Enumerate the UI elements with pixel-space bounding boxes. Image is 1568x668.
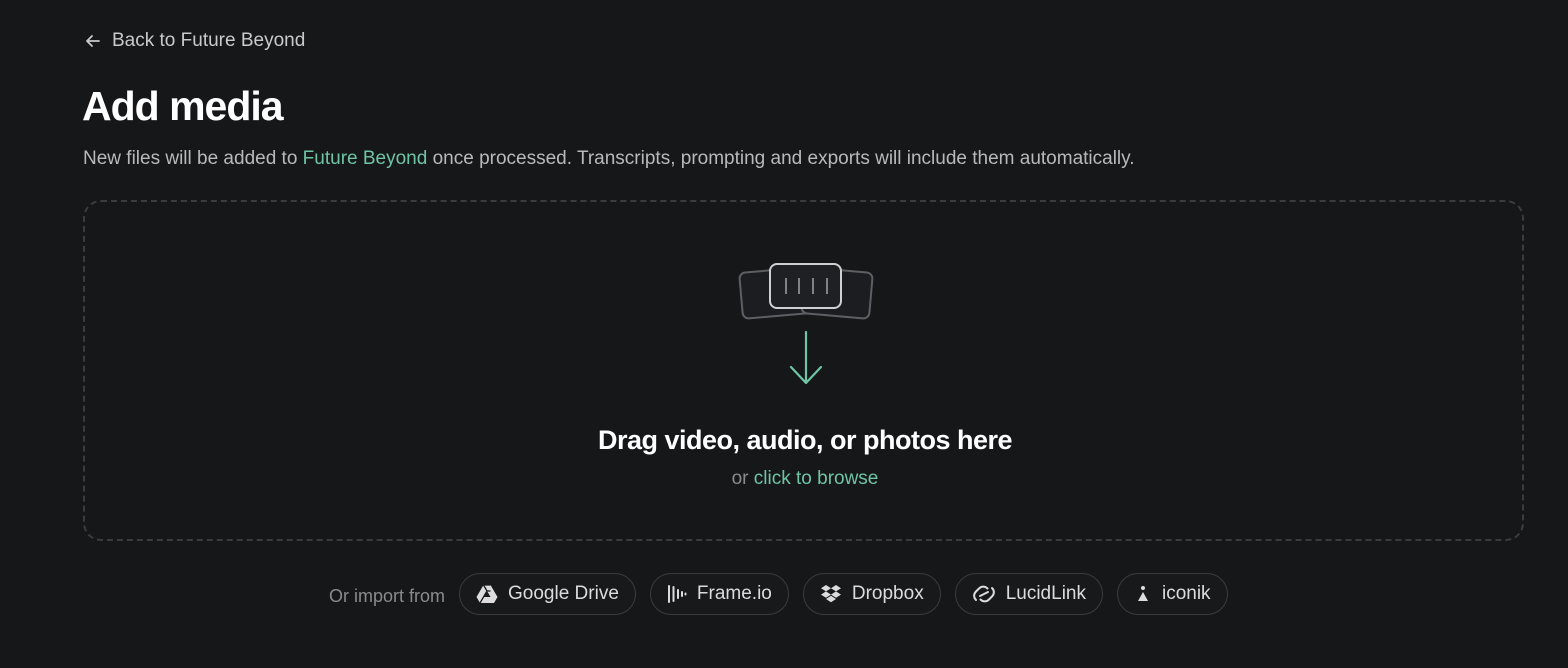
iconik-label: iconik bbox=[1161, 583, 1211, 604]
import-sources: Or import from Google Drive Frame.io Dro… bbox=[329, 572, 1228, 616]
dropbox-icon bbox=[820, 585, 841, 603]
add-media-page: Back to Future Beyond Add media New file… bbox=[0, 0, 1568, 668]
google-drive-icon bbox=[476, 584, 498, 604]
dropzone-subtext: or click to browse bbox=[0, 466, 1568, 492]
browse-link[interactable]: click to browse bbox=[754, 468, 879, 489]
page-title: Add media bbox=[82, 83, 284, 129]
arrow-left-icon bbox=[86, 35, 100, 47]
import-google-drive-button[interactable]: Google Drive bbox=[459, 573, 636, 615]
back-link[interactable]: Back to Future Beyond bbox=[84, 28, 305, 54]
project-name: Future Beyond bbox=[302, 148, 428, 169]
import-lucidlink-button[interactable]: LucidLink bbox=[954, 573, 1103, 615]
import-label: Or import from bbox=[329, 585, 446, 606]
back-link-label: Back to Future Beyond bbox=[112, 30, 306, 51]
frameio-label: Frame.io bbox=[696, 583, 772, 604]
page-subtitle: New files will be added to Future Beyond… bbox=[83, 146, 1135, 172]
dropbox-label: Dropbox bbox=[851, 583, 924, 604]
lucidlink-label: LucidLink bbox=[1005, 583, 1086, 604]
subtitle-suffix: once processed. Transcripts, prompting a… bbox=[427, 148, 1135, 169]
import-frameio-button[interactable]: Frame.io bbox=[649, 573, 789, 615]
dropzone-heading: Drag video, audio, or photos here bbox=[597, 425, 1013, 455]
import-iconik-button[interactable]: iconik bbox=[1116, 573, 1228, 615]
lucidlink-icon bbox=[972, 585, 995, 603]
google-drive-label: Google Drive bbox=[508, 583, 619, 604]
media-stack-icon bbox=[738, 263, 874, 320]
iconik-icon bbox=[1137, 586, 1148, 601]
subtitle-prefix: New files will be added to bbox=[83, 148, 303, 169]
arrow-down-icon bbox=[789, 330, 823, 385]
dropzone-or-text: or bbox=[731, 468, 754, 489]
import-dropbox-button[interactable]: Dropbox bbox=[802, 573, 941, 615]
frameio-icon bbox=[667, 585, 687, 603]
